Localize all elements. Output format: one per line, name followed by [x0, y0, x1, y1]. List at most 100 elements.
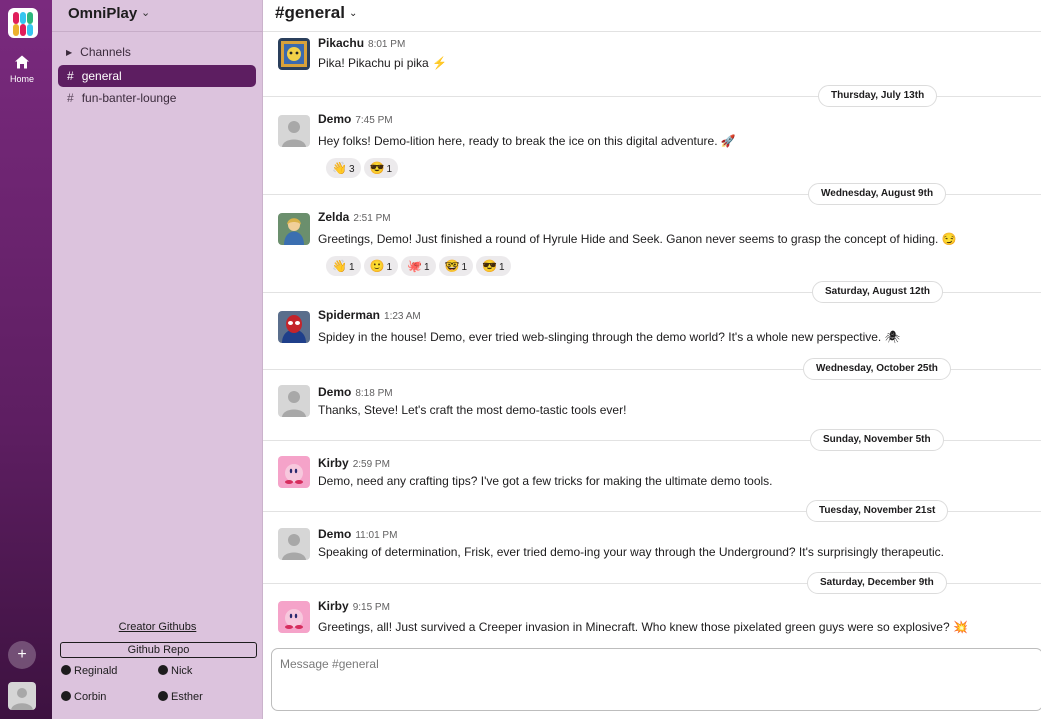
- github-repo-button[interactable]: Github Repo: [60, 642, 257, 658]
- workspace-name[interactable]: OmniPlay: [68, 5, 137, 22]
- reaction-count: 1: [348, 262, 355, 273]
- message-time: 9:15 PM: [352, 602, 390, 613]
- message-author[interactable]: Demo 8:18 PM: [318, 385, 393, 399]
- author-name: Kirby: [318, 456, 349, 470]
- reaction-list: 👋 3 😎 1: [326, 158, 401, 178]
- author-name: Demo: [318, 527, 352, 541]
- spiderman-avatar[interactable]: [278, 311, 310, 343]
- message-time: 7:45 PM: [355, 115, 393, 126]
- github-icon: [158, 665, 168, 675]
- spiderman-icon: [278, 311, 310, 343]
- octopus-emoji-icon: 🐙: [407, 259, 422, 273]
- sunglasses-emoji-icon: 😎: [482, 259, 498, 273]
- message-author[interactable]: Demo 7:45 PM: [318, 112, 393, 126]
- message-author[interactable]: Kirby 9:15 PM: [318, 599, 390, 613]
- channel-item-fun-banter-lounge[interactable]: # fun-banter-lounge: [58, 87, 256, 109]
- channel-label: fun-banter-lounge: [81, 91, 177, 105]
- github-icon: [61, 691, 71, 701]
- default-avatar[interactable]: [278, 528, 310, 560]
- message-text: Demo, need any crafting tips? I've got a…: [318, 474, 773, 488]
- reaction-count: 1: [386, 164, 393, 175]
- message: Demo 7:45 PM Hey folks! Demo-lition here,…: [263, 97, 1041, 194]
- channel-title[interactable]: #general: [275, 3, 345, 23]
- message-text: Spidey in the house! Demo, ever tried we…: [318, 330, 900, 344]
- message-time: 1:23 AM: [384, 311, 421, 322]
- github-user-link[interactable]: Corbin: [61, 691, 106, 703]
- reaction-count: 1: [499, 262, 505, 273]
- github-username: Reginald: [74, 665, 118, 677]
- channels-section-toggle[interactable]: ▶ Channels: [66, 45, 131, 59]
- message-time: 2:51 PM: [353, 213, 391, 224]
- github-user-link[interactable]: Esther: [158, 691, 203, 703]
- reaction-chip[interactable]: 👋 1: [326, 256, 361, 276]
- message-time: 11:01 PM: [355, 530, 398, 541]
- smile-emoji-icon: 🙂: [369, 259, 385, 273]
- home-icon: [15, 55, 29, 69]
- pikachu-icon: [278, 38, 310, 70]
- app-logo-icon[interactable]: [8, 8, 38, 38]
- reaction-count: 1: [423, 262, 430, 273]
- creator-githubs-link[interactable]: Creator Githubs: [52, 621, 263, 633]
- caret-right-icon: ▶: [66, 48, 73, 57]
- kirby-avatar[interactable]: [278, 456, 310, 488]
- message-time: 8:01 PM: [368, 39, 406, 50]
- default-avatar[interactable]: [278, 385, 310, 417]
- author-name: Kirby: [318, 599, 349, 613]
- user-avatar[interactable]: [8, 682, 36, 710]
- message-input[interactable]: [280, 657, 1020, 671]
- message: Kirby 9:15 PM Greetings, all! Just surviv…: [263, 584, 1041, 646]
- sidebar: OmniPlay ⌄ ▶ Channels # general # fun-bante…: [52, 0, 263, 719]
- channel-item-general[interactable]: # general: [58, 65, 256, 87]
- home-button[interactable]: Home: [6, 54, 38, 84]
- wave-emoji-icon: 👋: [332, 259, 347, 273]
- message-author[interactable]: Demo 11:01 PM: [318, 527, 397, 541]
- default-avatar[interactable]: [278, 115, 310, 147]
- reaction-chip[interactable]: 🐙 1: [401, 256, 436, 276]
- message: Zelda 2:51 PM Greetings, Demo! Just finis…: [263, 195, 1041, 292]
- channel-title-label: general: [284, 3, 345, 22]
- github-user-link[interactable]: Nick: [158, 665, 192, 677]
- message-text: Greetings, all! Just survived a Creeper …: [318, 620, 968, 634]
- reaction-chip[interactable]: 👋 3: [326, 158, 361, 178]
- zelda-icon: [278, 213, 310, 245]
- add-workspace-button[interactable]: +: [8, 641, 36, 669]
- author-name: Demo: [318, 385, 352, 399]
- workspace-rail: Home +: [0, 0, 52, 719]
- github-username: Esther: [171, 691, 203, 703]
- pikachu-avatar[interactable]: [278, 38, 310, 70]
- default-avatar-icon: [282, 534, 306, 560]
- message-text: Greetings, Demo! Just finished a round o…: [318, 232, 957, 246]
- kirby-avatar[interactable]: [278, 601, 310, 633]
- reaction-chip[interactable]: 🤓 1: [438, 256, 474, 276]
- message-author[interactable]: Pikachu 8:01 PM: [318, 36, 405, 50]
- message-time: 8:18 PM: [355, 388, 393, 399]
- message-text: Hey folks! Demo-lition here, ready to br…: [318, 134, 736, 148]
- chevron-down-icon[interactable]: ⌄: [141, 6, 150, 19]
- reaction-chip[interactable]: 🙂 1: [363, 256, 399, 276]
- nerd-emoji-icon: 🤓: [444, 259, 460, 273]
- author-name: Spiderman: [318, 308, 381, 322]
- github-username: Corbin: [74, 691, 107, 703]
- message-author[interactable]: Zelda 2:51 PM: [318, 210, 391, 224]
- default-avatar-icon: [11, 688, 33, 710]
- sunglasses-emoji-icon: 😎: [369, 161, 385, 175]
- author-name: Zelda: [318, 210, 350, 224]
- home-label: Home: [9, 74, 34, 84]
- reaction-count: 1: [461, 262, 468, 273]
- wave-emoji-icon: 👋: [332, 161, 347, 175]
- author-name: Demo: [318, 112, 352, 126]
- zelda-avatar[interactable]: [278, 213, 310, 245]
- message-time: 2:59 PM: [352, 459, 390, 470]
- reaction-chip[interactable]: 😎 1: [363, 158, 399, 178]
- message-author[interactable]: Spiderman 1:23 AM: [318, 308, 421, 322]
- message-author[interactable]: Kirby 2:59 PM: [318, 456, 390, 470]
- channel-header: #general ⌄: [263, 0, 1041, 32]
- github-username: Nick: [171, 665, 193, 677]
- reaction-chip[interactable]: 😎 1: [476, 256, 511, 276]
- github-user-link[interactable]: Reginald: [61, 665, 117, 677]
- hash-icon: #: [67, 91, 74, 105]
- kirby-icon: [278, 456, 310, 488]
- hash-icon: #: [67, 69, 74, 83]
- chevron-down-icon[interactable]: ⌄: [349, 8, 357, 19]
- message-composer: [271, 648, 1041, 711]
